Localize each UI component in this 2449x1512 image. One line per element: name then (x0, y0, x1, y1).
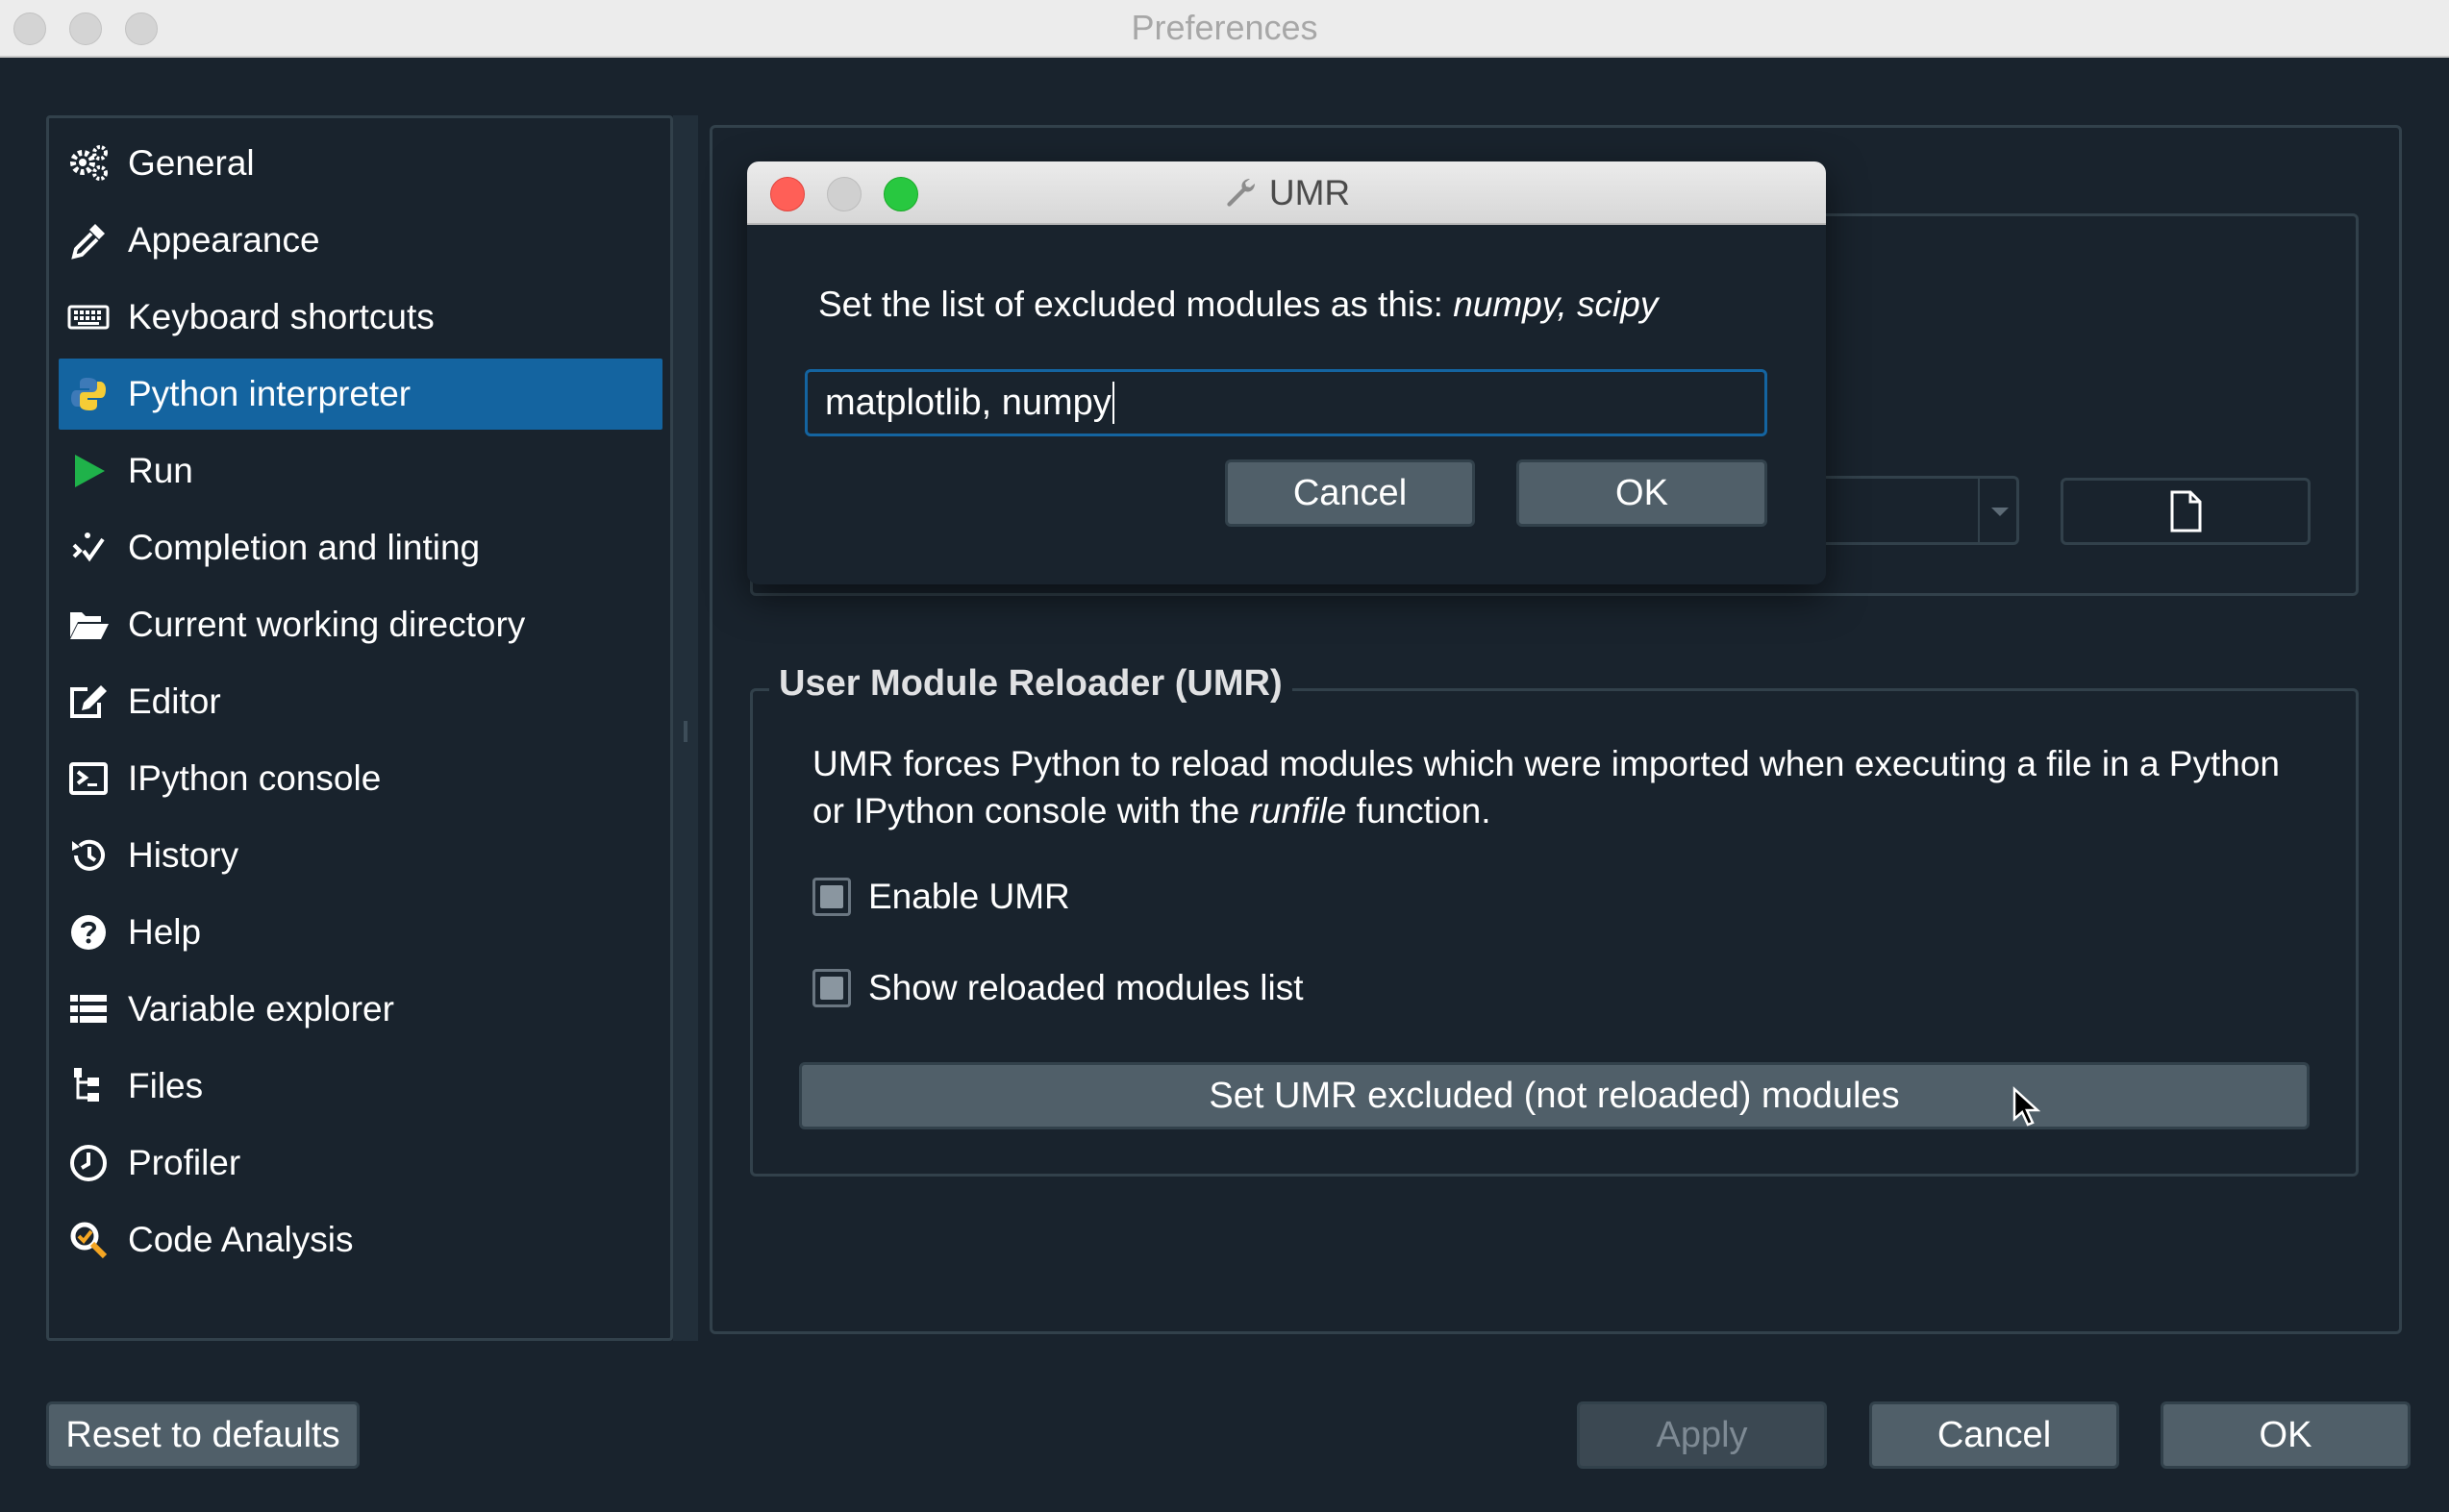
show-reloaded-label[interactable]: Show reloaded modules list (868, 968, 1303, 1008)
edit-icon (59, 666, 118, 737)
sidebar-item-keyboard-shortcuts[interactable]: Keyboard shortcuts (59, 282, 662, 353)
dialog-titlebar: UMR (747, 161, 1826, 225)
sidebar-item-code-analysis[interactable]: Code Analysis (59, 1204, 662, 1276)
chevron-down-icon[interactable] (1978, 479, 2016, 542)
sidebar-item-label: General (128, 143, 255, 183)
dialog-title-wrap: UMR (747, 173, 1826, 213)
umr-description-text: UMR forces Python to reload modules whic… (812, 744, 2280, 830)
sidebar-item-ipython-console[interactable]: IPython console (59, 743, 662, 814)
completion-icon (59, 512, 118, 583)
sidebar-item-label: Current working directory (128, 605, 526, 644)
browse-file-button[interactable] (2061, 478, 2311, 545)
dialog-ok-button[interactable]: OK (1516, 459, 1767, 527)
show-reloaded-row[interactable]: Show reloaded modules list (812, 968, 1303, 1008)
sidebar-item-label: Keyboard shortcuts (128, 297, 435, 336)
interpreter-combobox[interactable] (1817, 476, 2019, 545)
enable-umr-label[interactable]: Enable UMR (868, 877, 1070, 917)
sidebar-item-files[interactable]: Files (59, 1051, 662, 1122)
sidebar-item-label: History (128, 835, 239, 875)
clock-icon (59, 1128, 118, 1199)
enable-umr-checkbox[interactable] (812, 878, 851, 916)
folder-open-icon (59, 589, 118, 660)
sidebar-item-label: Editor (128, 682, 221, 721)
python-icon (59, 359, 118, 430)
wrench-icon (1227, 179, 1255, 207)
excluded-modules-value: matplotlib, numpy (825, 382, 1112, 423)
sidebar-item-editor[interactable]: Editor (59, 666, 662, 737)
dialog-cancel-button[interactable]: Cancel (1225, 459, 1475, 527)
text-caret (1112, 382, 1114, 424)
checkbox-mark (820, 977, 843, 1000)
cancel-button[interactable]: Cancel (1869, 1401, 2119, 1469)
dialog-message-example: numpy, scipy (1453, 285, 1659, 324)
window-title: Preferences (1131, 8, 1318, 47)
sidebar-item-profiler[interactable]: Profiler (59, 1128, 662, 1199)
checkbox-mark (820, 885, 843, 908)
sidebar-item-label: Files (128, 1066, 204, 1105)
sidebar-item-history[interactable]: History (59, 820, 662, 891)
umr-group-title: User Module Reloader (UMR) (769, 663, 1292, 705)
sidebar-item-label: Profiler (128, 1143, 241, 1182)
sidebar-item-current-working-directory[interactable]: Current working directory (59, 589, 662, 660)
sidebar-item-general[interactable]: General (59, 128, 662, 199)
apply-button[interactable]: Apply (1577, 1401, 1827, 1469)
sidebar-item-variable-explorer[interactable]: Variable explorer (59, 974, 662, 1045)
umr-description-suffix: function. (1346, 791, 1491, 830)
umr-description: UMR forces Python to reload modules whic… (812, 740, 2312, 834)
sidebar-item-help[interactable]: Help (59, 897, 662, 968)
sidebar-item-label: Run (128, 451, 193, 490)
umr-dialog: UMR Set the list of excluded modules as … (747, 161, 1826, 584)
reset-to-defaults-button[interactable]: Reset to defaults (46, 1401, 360, 1469)
code-analysis-icon (59, 1204, 118, 1276)
window-titlebar: Preferences (0, 0, 2449, 58)
sidebar-item-python-interpreter[interactable]: Python interpreter (59, 359, 662, 430)
show-reloaded-checkbox[interactable] (812, 969, 851, 1007)
dialog-title: UMR (1268, 173, 1351, 212)
file-tree-icon (59, 1051, 118, 1122)
umr-description-runfile: runfile (1249, 791, 1347, 830)
help-icon (59, 897, 118, 968)
gears-icon (59, 128, 118, 199)
ok-button[interactable]: OK (2161, 1401, 2411, 1469)
dialog-message-text: Set the list of excluded modules as this… (818, 285, 1454, 324)
sidebar-splitter[interactable] (673, 115, 698, 1341)
splitter-handle[interactable] (684, 721, 687, 742)
keyboard-icon (59, 282, 118, 353)
sidebar-item-label: Help (128, 912, 202, 952)
set-umr-excluded-button[interactable]: Set UMR excluded (not reloaded) modules (799, 1062, 2310, 1129)
sidebar-item-completion-and-linting[interactable]: Completion and linting (59, 512, 662, 583)
sidebar-item-label: Python interpreter (128, 374, 412, 413)
sidebar-item-label: Appearance (128, 220, 320, 260)
sidebar-item-label: IPython console (128, 758, 382, 798)
excluded-modules-input[interactable]: matplotlib, numpy (805, 369, 1767, 436)
enable-umr-row[interactable]: Enable UMR (812, 877, 1070, 917)
table-list-icon (59, 974, 118, 1045)
terminal-icon (59, 743, 118, 814)
dialog-message: Set the list of excluded modules as this… (818, 285, 1658, 325)
eyedropper-icon (59, 205, 118, 276)
play-icon (59, 435, 118, 507)
history-icon (59, 820, 118, 891)
sidebar-item-appearance[interactable]: Appearance (59, 205, 662, 276)
preferences-sidebar: General Appearance Keyboard shortcuts Py… (46, 115, 673, 1341)
sidebar-item-run[interactable]: Run (59, 435, 662, 507)
sidebar-item-label: Completion and linting (128, 528, 481, 567)
sidebar-item-label: Code Analysis (128, 1220, 354, 1259)
sidebar-item-label: Variable explorer (128, 989, 394, 1029)
file-icon (2170, 490, 2202, 533)
mouse-cursor-icon (2012, 1086, 2040, 1127)
